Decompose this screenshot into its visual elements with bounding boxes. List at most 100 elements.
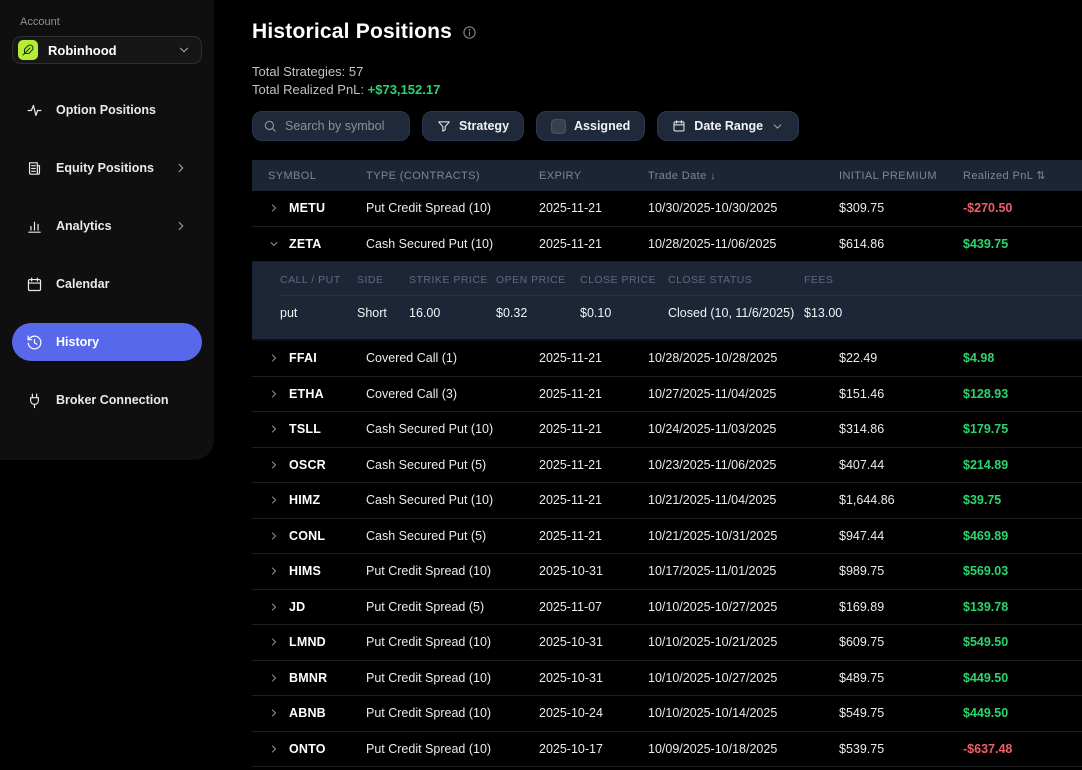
sidebar-item-equity-positions[interactable]: Equity Positions	[12, 149, 202, 187]
document-icon	[26, 160, 43, 177]
symbol-text: ZETA	[289, 237, 322, 251]
assigned-filter-button[interactable]: Assigned	[536, 111, 645, 141]
table-row-METU[interactable]: METUPut Credit Spread (10)2025-11-2110/3…	[252, 191, 1082, 227]
bar-chart-icon	[26, 218, 43, 235]
symbol-cell: ETHA	[252, 387, 366, 401]
trade-date-cell: 10/17/2025-11/01/2025	[648, 564, 839, 578]
symbol-text: ABNB	[289, 706, 326, 720]
type-cell: Put Credit Spread (10)	[366, 671, 539, 685]
account-selector[interactable]: Robinhood	[12, 36, 202, 64]
table-row-ETHA[interactable]: ETHACovered Call (3)2025-11-2110/27/2025…	[252, 377, 1082, 413]
detail-header-row: CALL / PUTSIDESTRIKE PRICEOPEN PRICECLOS…	[280, 274, 1082, 296]
sidebar-item-analytics[interactable]: Analytics	[12, 207, 202, 245]
type-cell: Put Credit Spread (10)	[366, 706, 539, 720]
trade-date-cell: 10/10/2025-10/27/2025	[648, 671, 839, 685]
positions-table: SYMBOLTYPE (CONTRACTS)EXPIRYTrade Date ↓…	[252, 160, 1082, 767]
calendar-icon	[672, 119, 686, 133]
type-cell: Cash Secured Put (10)	[366, 422, 539, 436]
table-row-ZETA[interactable]: ZETACash Secured Put (10)2025-11-2110/28…	[252, 227, 1082, 263]
sidebar: Account Robinhood Option Positions Equity…	[0, 0, 214, 460]
symbol-text: TSLL	[289, 422, 321, 436]
symbol-text: BMNR	[289, 671, 327, 685]
table-row-OSCR[interactable]: OSCRCash Secured Put (5)2025-11-2110/23/…	[252, 448, 1082, 484]
column-header-realized-pnl-[interactable]: Realized PnL ⇅	[963, 169, 1082, 182]
symbol-search[interactable]	[252, 111, 410, 141]
realized-pnl-cell: $39.75	[963, 493, 1082, 507]
sidebar-item-broker-connection[interactable]: Broker Connection	[12, 381, 202, 419]
premium-cell: $989.75	[839, 564, 963, 578]
sidebar-item-label: Equity Positions	[56, 161, 161, 175]
symbol-cell: LMND	[252, 635, 366, 649]
symbol-cell: CONL	[252, 529, 366, 543]
type-cell: Put Credit Spread (5)	[366, 600, 539, 614]
sidebar-item-calendar[interactable]: Calendar	[12, 265, 202, 303]
table-row-TSLL[interactable]: TSLLCash Secured Put (10)2025-11-2110/24…	[252, 412, 1082, 448]
chevron-down-icon	[771, 120, 784, 133]
search-icon	[263, 119, 277, 133]
symbol-text: LMND	[289, 635, 326, 649]
search-input[interactable]	[285, 119, 399, 133]
type-cell: Cash Secured Put (10)	[366, 493, 539, 507]
symbol-text: ETHA	[289, 387, 324, 401]
symbol-cell: OSCR	[252, 458, 366, 472]
realized-pnl-cell: $449.50	[963, 706, 1082, 720]
sidebar-item-label: Option Positions	[56, 103, 188, 117]
type-cell: Cash Secured Put (5)	[366, 529, 539, 543]
trade-date-cell: 10/27/2025-11/04/2025	[648, 387, 839, 401]
detail-value-side: Short	[357, 306, 409, 320]
symbol-cell: HIMS	[252, 564, 366, 578]
premium-cell: $539.75	[839, 742, 963, 756]
chevron-right-icon	[268, 672, 280, 684]
trade-date-cell: 10/23/2025-11/06/2025	[648, 458, 839, 472]
activity-icon	[26, 102, 43, 119]
expiry-cell: 2025-11-21	[539, 493, 648, 507]
type-cell: Put Credit Spread (10)	[366, 635, 539, 649]
account-name: Robinhood	[48, 43, 167, 58]
expiry-cell: 2025-10-24	[539, 706, 648, 720]
table-row-ONTO[interactable]: ONTOPut Credit Spread (10)2025-10-1710/0…	[252, 732, 1082, 768]
realized-pnl-cell: -$637.48	[963, 742, 1082, 756]
filter-bar: Strategy Assigned Date Range	[252, 111, 1082, 141]
total-realized-pnl: Total Realized PnL: +$73,152.17	[252, 81, 1082, 99]
funnel-icon	[437, 119, 451, 133]
strategy-filter-button[interactable]: Strategy	[422, 111, 524, 141]
detail-column-close-status: CLOSE STATUS	[668, 274, 804, 286]
chevron-right-icon	[268, 388, 280, 400]
sidebar-item-label: Analytics	[56, 219, 161, 233]
realized-pnl-cell: -$270.50	[963, 201, 1082, 215]
table-row-JD[interactable]: JDPut Credit Spread (5)2025-11-0710/10/2…	[252, 590, 1082, 626]
date-range-button[interactable]: Date Range	[657, 111, 799, 141]
sidebar-nav: Option Positions Equity Positions Analytic…	[12, 91, 202, 419]
premium-cell: $151.46	[839, 387, 963, 401]
premium-cell: $609.75	[839, 635, 963, 649]
table-row-HIMZ[interactable]: HIMZCash Secured Put (10)2025-11-2110/21…	[252, 483, 1082, 519]
table-row-HIMS[interactable]: HIMSPut Credit Spread (10)2025-10-3110/1…	[252, 554, 1082, 590]
account-label: Account	[12, 0, 202, 36]
realized-pnl-cell: $449.50	[963, 671, 1082, 685]
robinhood-logo-icon	[18, 40, 38, 60]
premium-cell: $947.44	[839, 529, 963, 543]
symbol-cell: JD	[252, 600, 366, 614]
total-strategies: Total Strategies: 57	[252, 63, 1082, 81]
page-title: Historical Positions	[252, 20, 452, 44]
table-row-LMND[interactable]: LMNDPut Credit Spread (10)2025-10-3110/1…	[252, 625, 1082, 661]
detail-value-call-put: put	[280, 306, 357, 320]
trade-date-cell: 10/10/2025-10/27/2025	[648, 600, 839, 614]
detail-column-strike-price: STRIKE PRICE	[409, 274, 496, 286]
expiry-cell: 2025-11-07	[539, 600, 648, 614]
info-icon[interactable]	[462, 25, 477, 40]
symbol-text: ONTO	[289, 742, 326, 756]
column-header-trade-date-[interactable]: Trade Date ↓	[648, 170, 839, 182]
symbol-cell: ONTO	[252, 742, 366, 756]
table-row-FFAI[interactable]: FFAICovered Call (1)2025-11-2110/28/2025…	[252, 341, 1082, 377]
assigned-checkbox[interactable]	[551, 119, 566, 134]
sidebar-item-option-positions[interactable]: Option Positions	[12, 91, 202, 129]
sidebar-item-history[interactable]: History	[12, 323, 202, 361]
detail-value-close-price: $0.10	[580, 306, 668, 320]
table-row-ABNB[interactable]: ABNBPut Credit Spread (10)2025-10-2410/1…	[252, 696, 1082, 732]
column-header-initial-premium[interactable]: INITIAL PREMIUM	[839, 170, 963, 182]
table-row-CONL[interactable]: CONLCash Secured Put (5)2025-11-2110/21/…	[252, 519, 1082, 555]
chevron-right-icon	[268, 565, 280, 577]
table-row-BMNR[interactable]: BMNRPut Credit Spread (10)2025-10-3110/1…	[252, 661, 1082, 697]
trade-date-cell: 10/24/2025-11/03/2025	[648, 422, 839, 436]
